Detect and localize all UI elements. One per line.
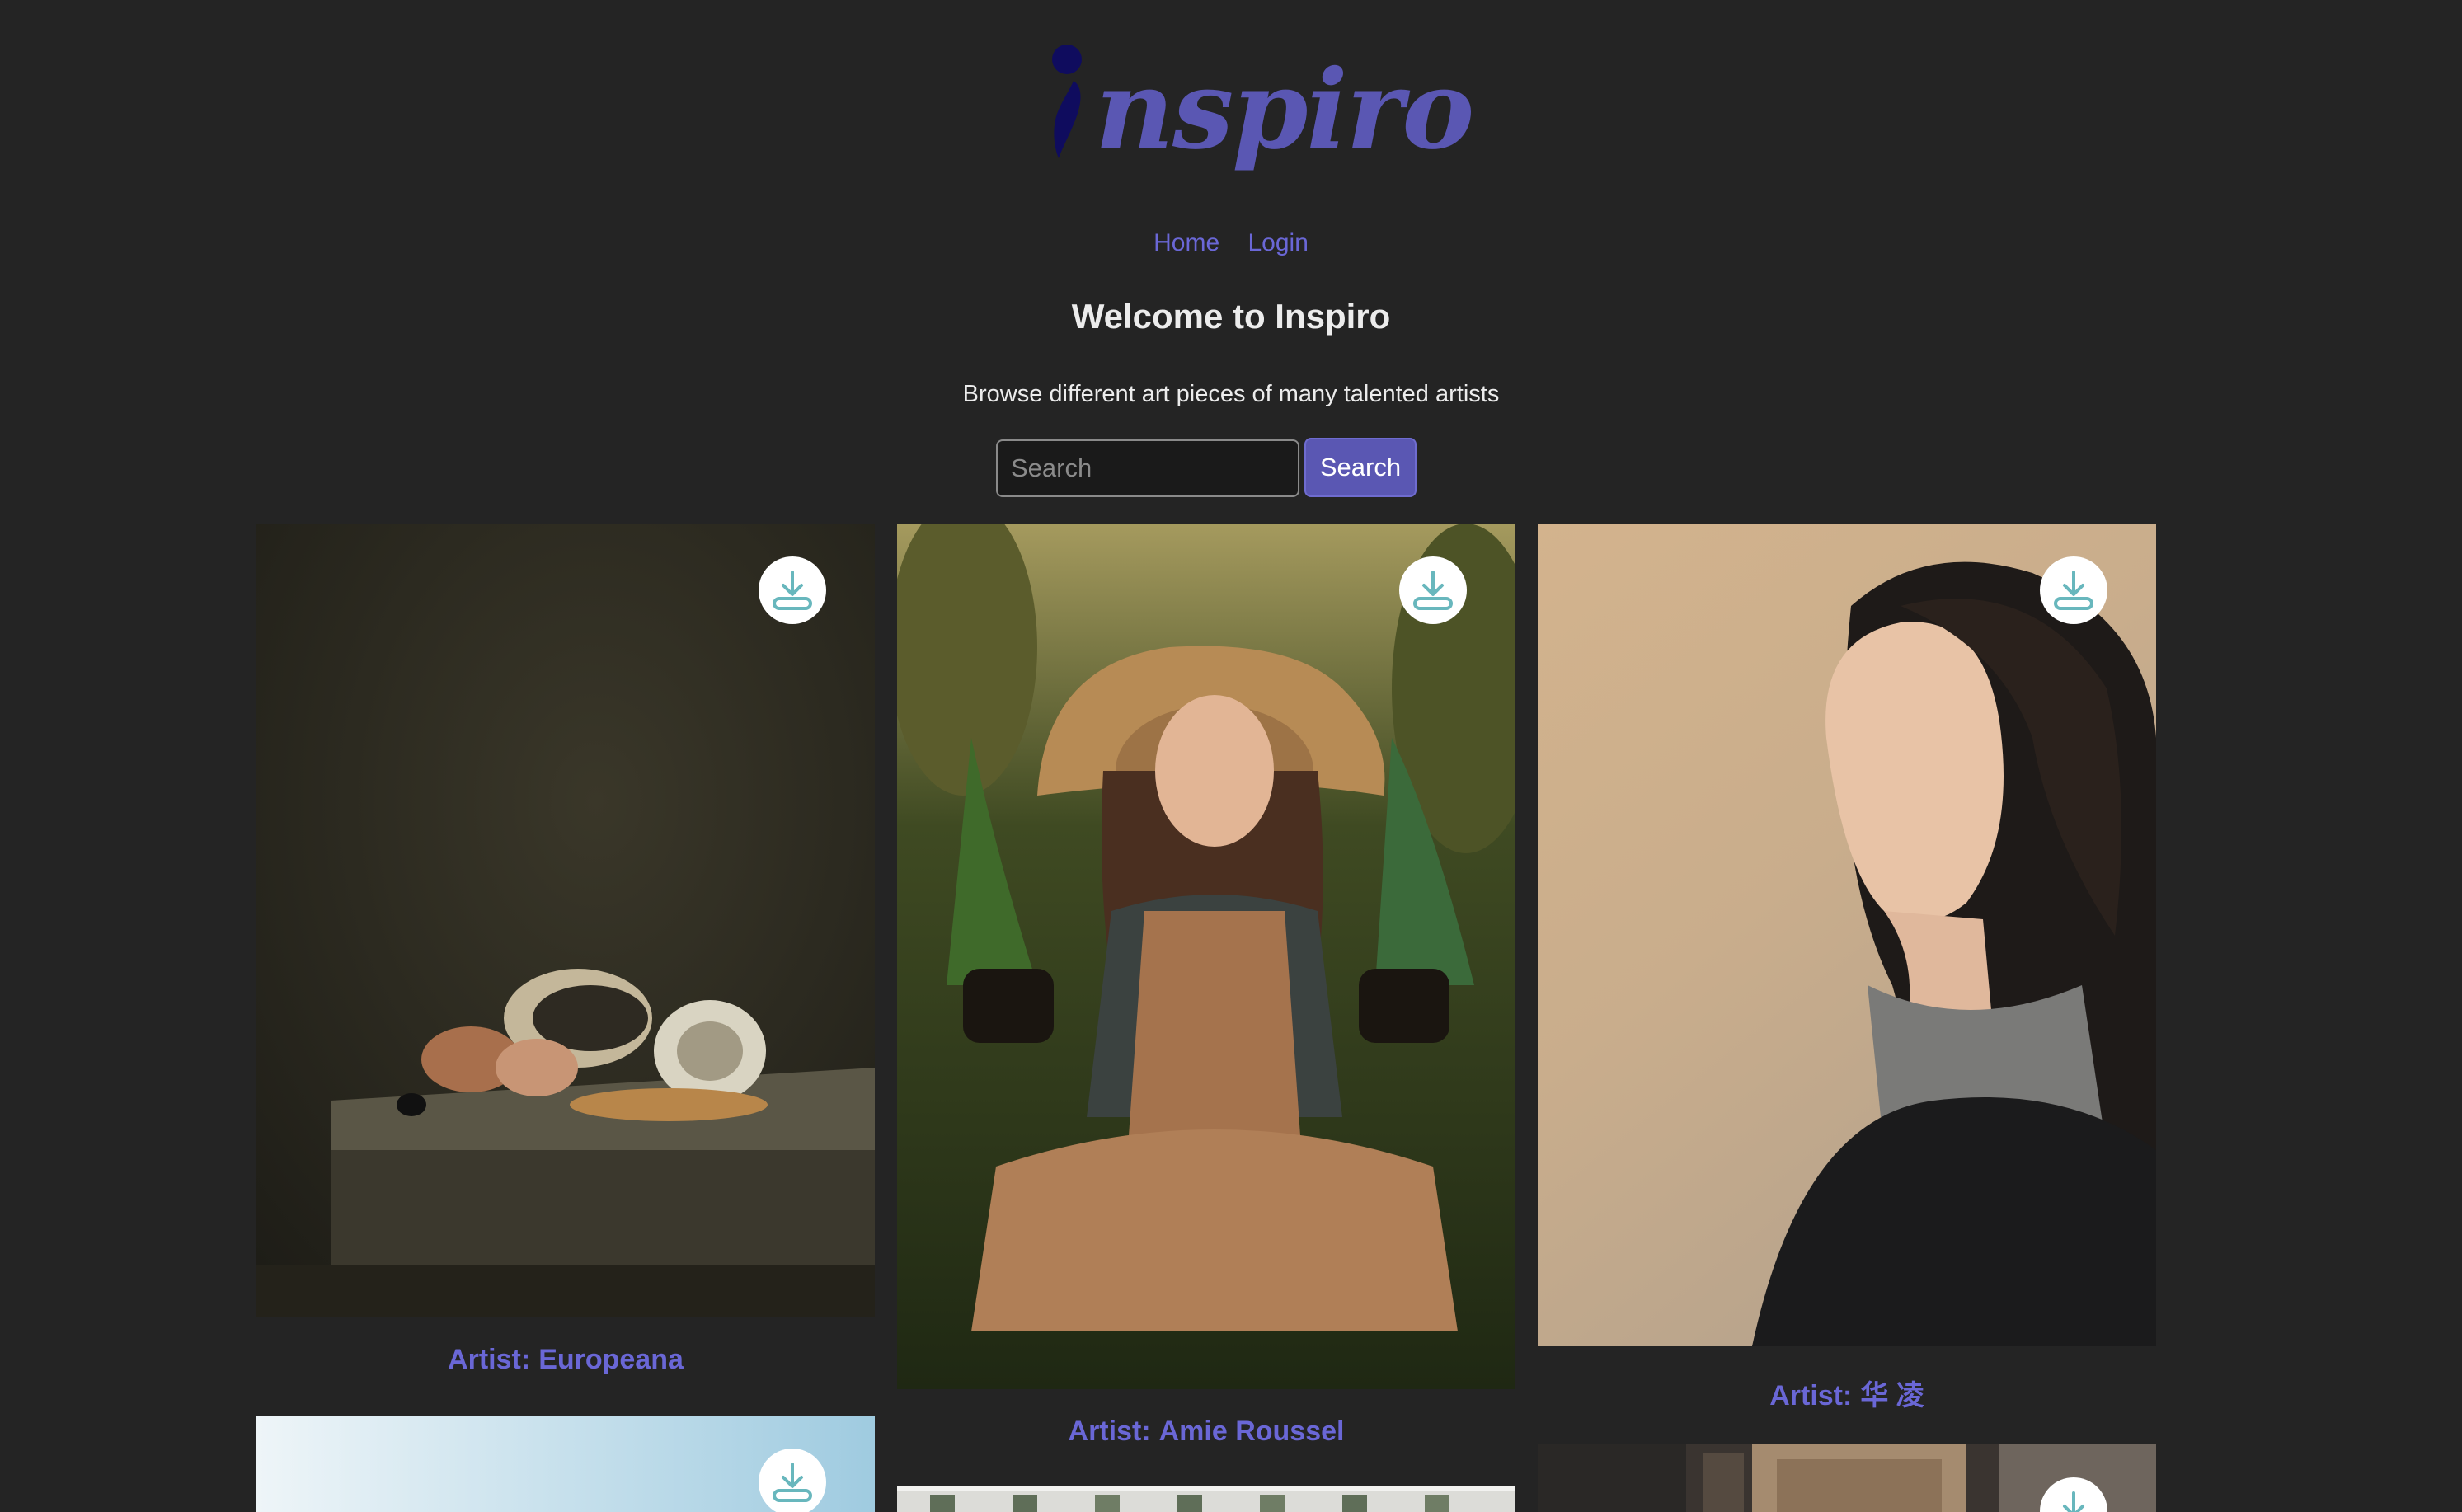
download-icon	[2063, 1491, 2084, 1512]
artist-name: Europeana	[538, 1344, 684, 1375]
art-image-woman-with-plants[interactable]	[897, 524, 1515, 1389]
artist-prefix: Artist:	[448, 1344, 531, 1375]
download-icon	[2054, 571, 2093, 610]
artist-prefix: Artist:	[1769, 1380, 1853, 1411]
search-button[interactable]: Search	[1304, 438, 1417, 497]
art-image-building[interactable]	[897, 1486, 1515, 1512]
art-card: Artist: Amie Roussel	[897, 524, 1515, 1463]
inspiro-logo[interactable]: nspiro	[1045, 38, 1474, 186]
download-button[interactable]	[759, 1449, 826, 1512]
art-card	[256, 1416, 875, 1512]
nav-home-link[interactable]: Home	[1153, 229, 1219, 256]
download-button[interactable]	[759, 556, 826, 624]
artist-label[interactable]: Artist: 华 凌	[1538, 1373, 2156, 1413]
download-icon	[1413, 571, 1453, 610]
art-card	[897, 1486, 1515, 1512]
page-title: Welcome to Inspiro	[1071, 297, 1391, 336]
download-icon	[773, 571, 812, 610]
art-card: Artist: 华 凌	[1538, 524, 2156, 1422]
page-subtitle: Browse different art pieces of many tale…	[962, 381, 1500, 407]
artist-label[interactable]: Artist: Amie Roussel	[897, 1416, 1515, 1448]
search-input[interactable]	[996, 439, 1299, 497]
nav-login-link[interactable]: Login	[1247, 229, 1308, 256]
logo-wordmark: nspiro	[1095, 46, 1474, 174]
download-icon	[773, 1463, 812, 1502]
artist-label[interactable]: Artist: Europeana	[256, 1344, 875, 1376]
art-card: Artist: Europeana	[256, 524, 875, 1389]
art-image-woman-portrait[interactable]	[1538, 524, 2156, 1346]
download-button[interactable]	[1399, 556, 1467, 624]
top-nav: Home Login	[0, 229, 2462, 257]
art-image-still-life[interactable]	[256, 524, 875, 1317]
artist-prefix: Artist:	[1068, 1416, 1151, 1447]
artist-name: 华 凌	[1860, 1380, 1924, 1411]
artist-name: Amie Roussel	[1158, 1416, 1345, 1447]
art-card	[1538, 1444, 2156, 1512]
download-button[interactable]	[2040, 556, 2107, 624]
logo-mark-icon	[1052, 45, 1082, 158]
